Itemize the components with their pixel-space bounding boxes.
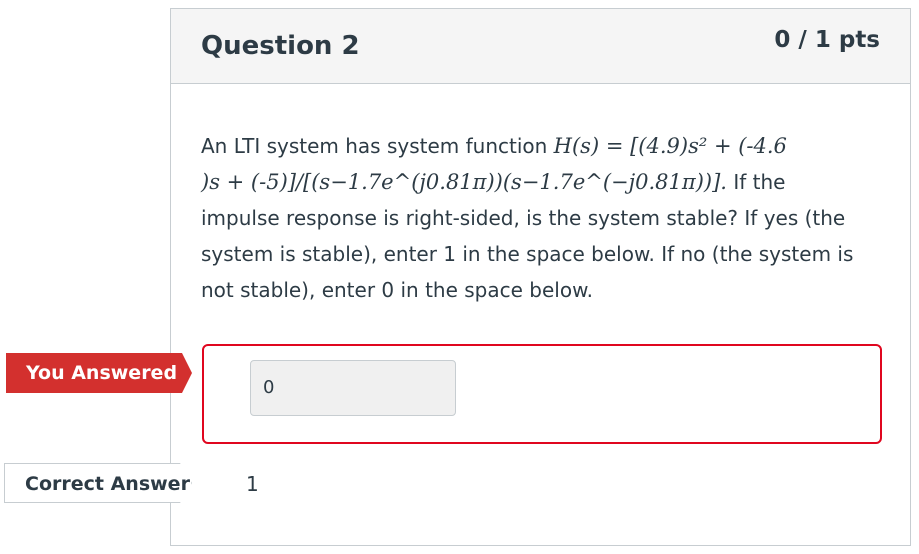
question-line-3: impulse response is right-sided, is the … — [201, 206, 846, 230]
question-header: Question 2 0 / 1 pts — [171, 9, 910, 84]
formula-part-1: H(s) = [(4.9)s² + (-4.6 — [553, 134, 787, 158]
formula-part-2: )s + (-5)]/[(s−1.7e^(j0.81π))(s−1.7e^(−j… — [201, 170, 727, 194]
answer-input[interactable]: 0 — [250, 360, 456, 416]
question-rest-1: If the — [726, 170, 786, 194]
you-answered-box: 0 — [202, 344, 882, 444]
question-intro: An LTI system has system function — [201, 134, 548, 158]
question-points: 0 / 1 pts — [774, 27, 880, 53]
correct-answer-tag: Correct Answer — [4, 463, 192, 503]
question-line-1: An LTI system has system function H(s) =… — [201, 128, 881, 164]
question-line-2: )s + (-5)]/[(s−1.7e^(j0.81π))(s−1.7e^(−j… — [201, 164, 881, 200]
question-card: Question 2 0 / 1 pts An LTI system has s… — [170, 8, 911, 546]
question-text: An LTI system has system function H(s) =… — [201, 128, 881, 308]
you-answered-tag: You Answered — [6, 353, 192, 393]
question-line-4: system is stable), enter 1 in the space … — [201, 242, 854, 266]
question-title: Question 2 — [201, 31, 360, 61]
question-line-5: not stable), enter 0 in the space below. — [201, 278, 593, 302]
correct-answer-value: 1 — [246, 472, 259, 496]
